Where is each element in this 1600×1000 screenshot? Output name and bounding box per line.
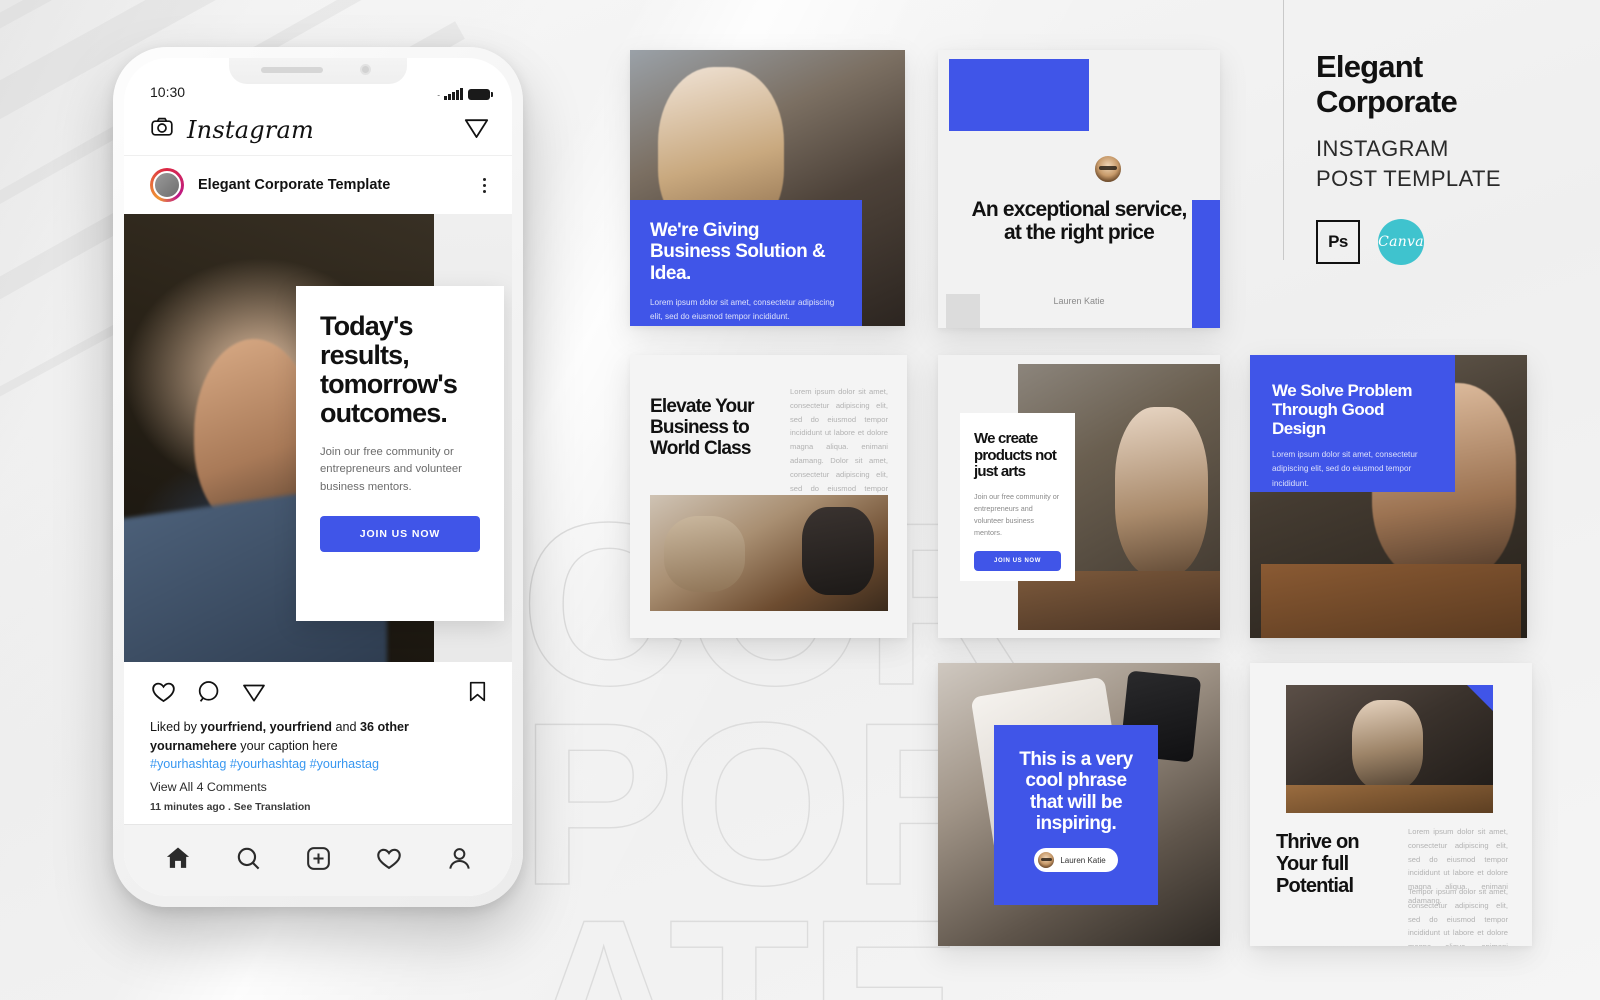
phone-screen: 10:30 .. Instagram Elegant Corporate Tem… <box>124 58 512 896</box>
caption-text: your caption here <box>236 738 338 753</box>
heart-icon[interactable] <box>150 678 177 710</box>
post-timestamp[interactable]: 11 minutes ago . See Translation <box>124 794 512 813</box>
status-time: 10:30 <box>150 84 186 100</box>
card-heading: We're Giving Business Solution & Idea. <box>650 220 826 284</box>
front-camera-icon <box>360 64 371 75</box>
card-author: Lauren Katie <box>1060 855 1106 865</box>
earpiece-speaker <box>261 67 323 73</box>
post-media: Today's results, tomorrow's outcomes. Jo… <box>124 214 512 662</box>
caption-text-line: yournamehere your caption here <box>150 737 488 756</box>
view-comments-link[interactable]: View All 4 Comments <box>124 774 512 794</box>
avatar[interactable] <box>150 168 184 202</box>
card-body: Lorem ipsum dolor sit amet, consectetur … <box>1272 450 1418 488</box>
instagram-wordmark: Instagram <box>187 115 314 144</box>
cellular-dots-icon: .. <box>437 90 440 98</box>
post-card-heading: Today's results, tomorrow's outcomes. <box>320 311 458 428</box>
post-card-body: Join our free community or entrepreneurs… <box>320 445 462 493</box>
card-body: Join our free community or entrepreneurs… <box>974 491 1060 538</box>
blue-corner-triangle <box>1467 685 1493 711</box>
card-thrive-potential[interactable]: Thrive on Your full Potential Lorem ipsu… <box>1250 663 1532 946</box>
card-cool-phrase[interactable]: This is a very cool phrase that will be … <box>938 663 1220 946</box>
camera-icon[interactable] <box>150 115 174 144</box>
card-we-create-products[interactable]: We create products not just arts Join ou… <box>938 355 1220 638</box>
panel-title-line-1: Elegant <box>1316 49 1423 84</box>
signal-bars-icon <box>444 88 463 100</box>
post-actions <box>124 662 512 718</box>
card-heading: This is a very cool phrase that will be … <box>1019 749 1133 834</box>
bookmark-icon[interactable] <box>465 679 490 709</box>
card-blue-panel: We Solve Problem Through Good Design Lor… <box>1250 355 1455 492</box>
search-icon[interactable] <box>235 845 262 877</box>
author-avatar <box>1093 154 1123 184</box>
phone-mockup: 10:30 .. Instagram Elegant Corporate Tem… <box>113 47 523 907</box>
card-photo <box>1286 685 1493 813</box>
phone-notch <box>229 58 407 84</box>
caption-likes-line: Liked by yourfriend, yourfriend and 36 o… <box>150 718 488 737</box>
heart-icon[interactable] <box>375 844 403 877</box>
card-blue-bar <box>1192 200 1220 328</box>
join-us-now-button[interactable]: JOIN US NOW <box>320 516 480 552</box>
card-blue-panel: This is a very cool phrase that will be … <box>994 725 1158 905</box>
panel-subtitle-line-2: POST TEMPLATE <box>1316 166 1501 192</box>
design-preview-stage: COR POR ATE 10:30 .. <box>0 0 1600 1000</box>
ig-left-group: Instagram <box>150 115 314 144</box>
panel-subtitle-line-1: INSTAGRAM <box>1316 136 1449 162</box>
card-giving-business[interactable]: We're Giving Business Solution & Idea. L… <box>630 50 905 326</box>
caption-hashtags[interactable]: #yourhashtag #yourhashtag #yourhastag <box>150 755 488 774</box>
author-chip: Lauren Katie <box>1034 848 1118 873</box>
post-overlay-card: Today's results, tomorrow's outcomes. Jo… <box>296 286 504 621</box>
author-avatar <box>1038 852 1055 869</box>
card-elevate-business[interactable]: Elevate Your Business to World Class Lor… <box>630 355 907 638</box>
panel-title-line-2: Corporate <box>1316 83 1458 119</box>
send-icon[interactable] <box>241 679 267 710</box>
ghost-word-line-3: ATE <box>519 885 963 1000</box>
status-indicators: .. <box>437 88 493 100</box>
card-exceptional-service[interactable]: An exceptional service, at the right pri… <box>938 50 1220 328</box>
bottom-tab-bar <box>124 824 512 896</box>
send-icon[interactable] <box>463 114 490 146</box>
post-header: Elegant Corporate Template <box>124 156 512 214</box>
card-body: Lorem ipsum dolor sit amet, consectetur … <box>650 297 835 322</box>
card-we-solve-problem[interactable]: We Solve Problem Through Good Design Lor… <box>1250 355 1527 638</box>
photoshop-badge: Ps <box>1316 219 1360 264</box>
card-white-panel: We create products not just arts Join ou… <box>960 413 1075 581</box>
canva-badge: Canva <box>1378 218 1424 265</box>
card-author: Lauren Katie <box>1053 296 1105 306</box>
liked-by-users[interactable]: yourfriend, yourfriend <box>200 720 332 734</box>
comment-icon[interactable] <box>196 679 222 710</box>
title-panel: Elegant Corporate INSTAGRAM POST TEMPLAT… <box>1316 49 1576 265</box>
liked-by-mid: and <box>331 720 360 734</box>
vertical-divider <box>1283 0 1284 260</box>
card-gray-square <box>946 294 980 328</box>
add-post-icon[interactable] <box>305 845 332 877</box>
caption-author[interactable]: yournamehere <box>150 739 237 753</box>
battery-icon <box>468 88 493 100</box>
software-badges: Ps Canva <box>1316 218 1576 265</box>
post-username[interactable]: Elegant Corporate Template <box>198 177 465 193</box>
card-heading: We create products not just arts <box>974 430 1057 480</box>
card-photo <box>650 495 888 611</box>
join-us-now-button[interactable]: JOIN US NOW <box>974 551 1061 572</box>
card-blue-panel: We're Giving Business Solution & Idea. L… <box>630 200 862 326</box>
card-heading: We Solve Problem Through Good Design <box>1272 381 1413 439</box>
card-heading: Thrive on Your full Potential <box>1276 831 1360 897</box>
liked-by-prefix: Liked by <box>150 720 201 734</box>
more-options-icon[interactable] <box>479 174 490 197</box>
instagram-top-bar: Instagram <box>124 104 512 156</box>
card-heading: Elevate Your Business to World Class <box>650 396 755 459</box>
profile-icon[interactable] <box>446 845 473 877</box>
home-icon[interactable] <box>164 844 192 877</box>
post-caption: Liked by yourfriend, yourfriend and 36 o… <box>124 718 512 774</box>
card-heading: An exceptional service, at the right pri… <box>971 198 1187 245</box>
card-body-2: Tempor ipsum dolor sit amet, consectetur… <box>1408 887 1508 946</box>
card-blue-block <box>949 59 1089 131</box>
liked-by-count[interactable]: 36 other <box>360 720 409 734</box>
